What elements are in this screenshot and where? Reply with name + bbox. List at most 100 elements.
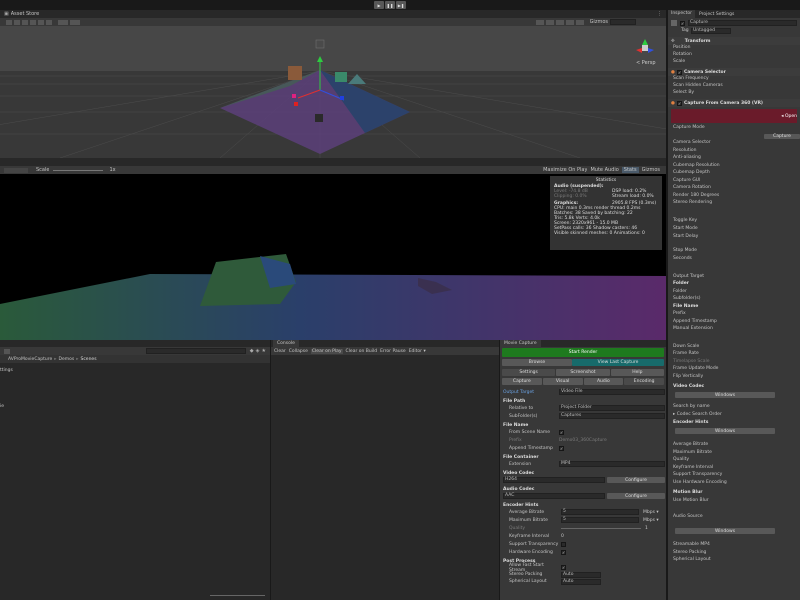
2d-toggle[interactable] xyxy=(545,19,554,25)
menu-dots-icon[interactable]: ⋮ xyxy=(657,11,662,17)
mute-audio-toggle[interactable]: Mute Audio xyxy=(590,167,618,173)
tab-help[interactable]: Help xyxy=(610,369,664,376)
camera-selector-header[interactable]: Camera Selector xyxy=(684,70,726,75)
game-view[interactable]: Statistics Audio (suspended): Level: -74… xyxy=(0,174,666,340)
from-scene-checkbox[interactable]: ✓ xyxy=(559,429,564,435)
max-bitrate-unit[interactable]: Mbps ▾ xyxy=(643,518,659,523)
rect-tool-icon[interactable] xyxy=(38,19,44,25)
add-button[interactable] xyxy=(4,348,10,354)
prop-row: Toggle Key xyxy=(673,217,698,223)
project-settings-tab[interactable]: Project Settings xyxy=(699,12,734,17)
scene-search[interactable] xyxy=(610,19,636,25)
extension-dropdown[interactable]: MP4 xyxy=(559,461,665,467)
label-icon[interactable]: ◈ xyxy=(256,348,260,354)
step-button[interactable]: ▶❚ xyxy=(396,1,406,9)
console-collapse[interactable]: Collapse xyxy=(289,349,308,354)
tag-dropdown[interactable]: Untagged xyxy=(691,27,731,34)
transform-tool-icon[interactable] xyxy=(46,19,52,25)
avg-bitrate-unit[interactable]: Mbps ▾ xyxy=(643,510,659,515)
transparency-checkbox[interactable] xyxy=(561,541,566,547)
camera-selector-enabled[interactable]: ✓ xyxy=(676,69,682,75)
max-bitrate-field[interactable]: 5 xyxy=(561,517,639,523)
star-icon[interactable]: ★ xyxy=(262,348,266,354)
pivot-toggle[interactable] xyxy=(58,19,68,25)
windows-button[interactable]: Windows xyxy=(675,392,775,398)
play-button[interactable]: ▶ xyxy=(374,1,384,9)
keyframe-field[interactable]: 0 xyxy=(561,534,564,539)
tab-encoding[interactable]: Encoding xyxy=(624,378,664,385)
hand-tool-icon[interactable] xyxy=(6,19,12,25)
grid-toggle[interactable] xyxy=(70,19,80,25)
audio-configure-button[interactable]: Configure xyxy=(607,493,665,499)
console-clear[interactable]: Clear xyxy=(274,349,286,354)
sidebar-item[interactable]: ttings xyxy=(0,368,13,373)
output-target-dropdown[interactable]: Video File xyxy=(559,389,665,395)
console-error-pause[interactable]: Error Pause xyxy=(380,349,406,354)
stats-toggle[interactable]: Stats xyxy=(621,167,639,173)
scene-gizmos-dropdown[interactable]: Gizmos xyxy=(590,19,608,25)
stereo-packing-dropdown[interactable]: Auto xyxy=(561,571,601,578)
browse-button[interactable]: Browse xyxy=(502,359,572,366)
zoom-slider[interactable] xyxy=(210,595,265,596)
scale-tool-icon[interactable] xyxy=(30,19,36,25)
effects-toggle[interactable] xyxy=(575,19,584,25)
tab-screenshot[interactable]: Screenshot xyxy=(556,369,610,376)
filter-icon[interactable]: ◆ xyxy=(250,348,254,354)
quality-slider[interactable] xyxy=(561,527,641,529)
avg-bitrate-field[interactable]: 5 xyxy=(561,509,639,515)
shading-button[interactable] xyxy=(535,19,544,25)
script-icon: ● xyxy=(671,69,675,75)
breadcrumb-item[interactable]: Scenes xyxy=(80,357,96,362)
console-tab[interactable]: Console xyxy=(273,340,299,347)
view-last-capture-button[interactable]: View Last Capture xyxy=(572,359,664,366)
open-button[interactable]: ◂ Open xyxy=(781,114,797,119)
breadcrumb-item[interactable]: AVProMovieCapture xyxy=(8,357,52,362)
audio-codec-dropdown[interactable]: AAC xyxy=(503,493,605,499)
capture-button[interactable]: Capture xyxy=(764,134,800,139)
codec-order-foldout[interactable]: ▸ Codec Search Order xyxy=(673,412,800,420)
tab-audio[interactable]: Audio xyxy=(583,378,624,385)
spherical-layout-dropdown[interactable]: Auto xyxy=(561,578,601,585)
scale-slider[interactable] xyxy=(53,169,104,171)
asset-store-tab[interactable]: Asset Store xyxy=(11,11,39,17)
active-checkbox[interactable]: ✓ xyxy=(680,20,685,26)
fast-start-checkbox[interactable]: ✓ xyxy=(561,565,566,570)
start-render-button[interactable]: Start Render xyxy=(502,348,664,357)
audio-toggle[interactable] xyxy=(565,19,574,25)
subfolder-field[interactable]: Captures xyxy=(559,413,665,419)
sidebar-item[interactable]: ie xyxy=(0,404,4,409)
rotate-tool-icon[interactable] xyxy=(22,19,28,25)
tab-visual[interactable]: Visual xyxy=(542,378,583,385)
hw-encoding-checkbox[interactable]: ✓ xyxy=(561,549,566,555)
console-clear-on-build[interactable]: Clear on Build xyxy=(346,349,378,354)
movie-capture-tab[interactable]: Movie Capture xyxy=(500,340,541,347)
relative-to-label: Relative to xyxy=(509,405,534,411)
windows-button[interactable]: Windows xyxy=(675,528,775,534)
console-clear-on-play[interactable]: Clear on Play xyxy=(310,348,343,354)
inspector-tab[interactable]: Inspector xyxy=(668,10,695,18)
breadcrumb-item[interactable]: Demos xyxy=(58,357,74,362)
append-timestamp-checkbox[interactable]: ✓ xyxy=(559,445,564,451)
windows-button[interactable]: Windows xyxy=(675,428,775,434)
capture-360-header[interactable]: Capture From Camera 360 (VR) xyxy=(684,101,763,106)
move-tool-icon[interactable] xyxy=(14,19,20,25)
console-editor-dropdown[interactable]: Editor ▾ xyxy=(409,349,426,354)
pause-button[interactable]: ❚❚ xyxy=(385,1,395,9)
tab-capture[interactable]: Capture xyxy=(502,378,542,385)
video-codec-dropdown[interactable]: H264 xyxy=(503,477,605,483)
relative-to-dropdown[interactable]: Project Folder xyxy=(559,405,665,411)
video-configure-button[interactable]: Configure xyxy=(607,477,665,483)
maximize-on-play-toggle[interactable]: Maximize On Play xyxy=(543,167,587,173)
scene-view[interactable]: < Persp xyxy=(0,26,666,158)
game-gizmos-dropdown[interactable]: Gizmos xyxy=(642,167,660,173)
project-search[interactable] xyxy=(145,348,246,354)
transform-header[interactable]: Transform xyxy=(685,39,711,44)
prop-row: Cubemap Depth xyxy=(673,170,710,175)
lighting-toggle[interactable] xyxy=(555,19,564,25)
stats-line: Visible skinned meshes: 0 Animations: 0 xyxy=(554,231,645,236)
tab-settings[interactable]: Settings xyxy=(502,369,556,376)
object-name-field[interactable]: Capture xyxy=(688,20,797,26)
persp-label[interactable]: < Persp xyxy=(636,60,656,66)
capture-360-enabled[interactable]: ✓ xyxy=(676,100,682,106)
display-dropdown[interactable] xyxy=(4,167,28,173)
